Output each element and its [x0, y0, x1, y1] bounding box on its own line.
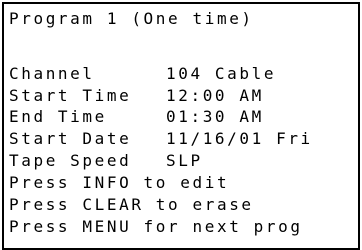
start-time-label: Start Time	[9, 86, 132, 105]
start-date-value: 11/16/01 Fri	[166, 129, 313, 148]
field-row-start-time: Start Time 12:00 AM	[9, 86, 264, 106]
hint-clear-erase: Press CLEAR to erase	[9, 195, 254, 214]
field-row-channel: Channel 104 Cable	[9, 64, 276, 84]
start-date-label: Start Date	[9, 129, 132, 148]
hint-info-edit: Press INFO to edit	[9, 173, 230, 192]
end-time-label: End Time	[9, 107, 107, 126]
tape-speed-label: Tape Speed	[9, 151, 132, 170]
channel-label: Channel	[9, 64, 95, 83]
tape-speed-value: SLP	[166, 151, 203, 170]
field-row-start-date: Start Date 11/16/01 Fri	[9, 129, 313, 149]
program-title: Program 1 (One time)	[9, 9, 254, 28]
field-row-tape-speed: Tape Speed SLP	[9, 151, 203, 171]
field-row-end-time: End Time 01:30 AM	[9, 107, 264, 127]
hint-menu-next: Press MENU for next prog	[9, 217, 303, 236]
vcr-program-screen: Program 1 (One time) Channel 104 Cable St…	[0, 0, 362, 250]
channel-value: 104 Cable	[166, 64, 277, 83]
end-time-value: 01:30 AM	[166, 107, 264, 126]
start-time-value: 12:00 AM	[166, 86, 264, 105]
